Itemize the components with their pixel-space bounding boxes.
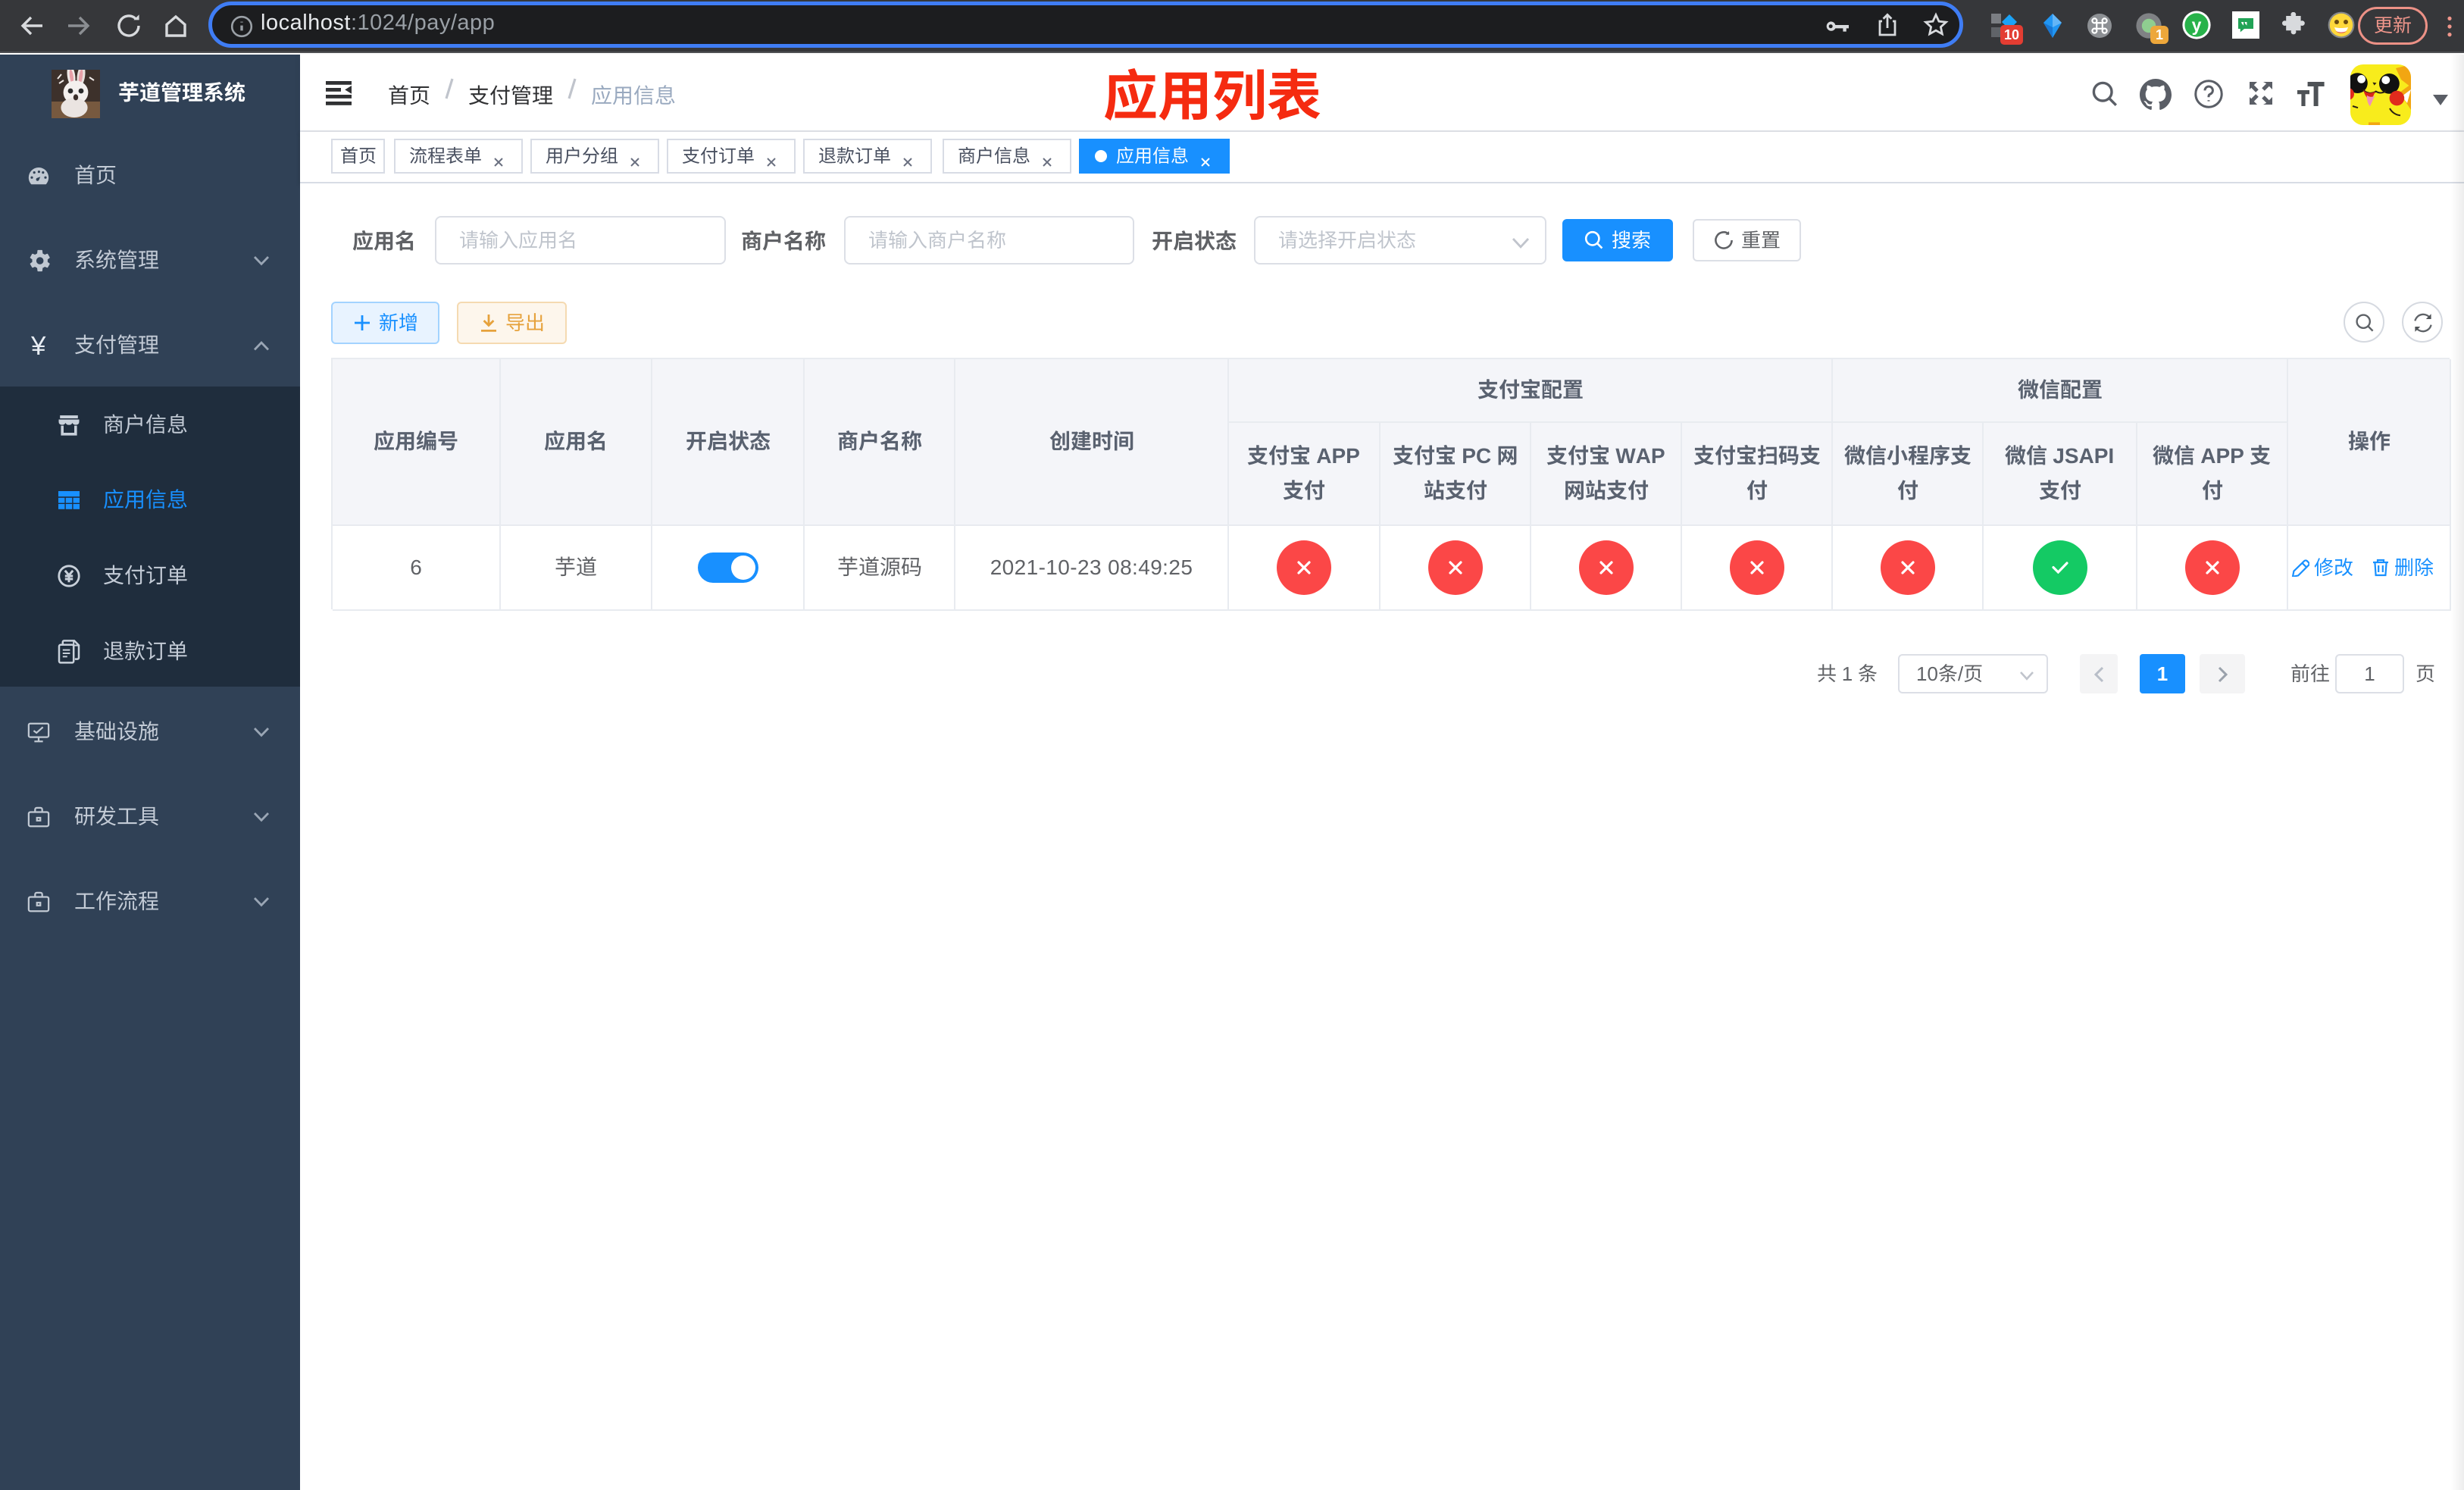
- svg-text:y: y: [2192, 15, 2202, 35]
